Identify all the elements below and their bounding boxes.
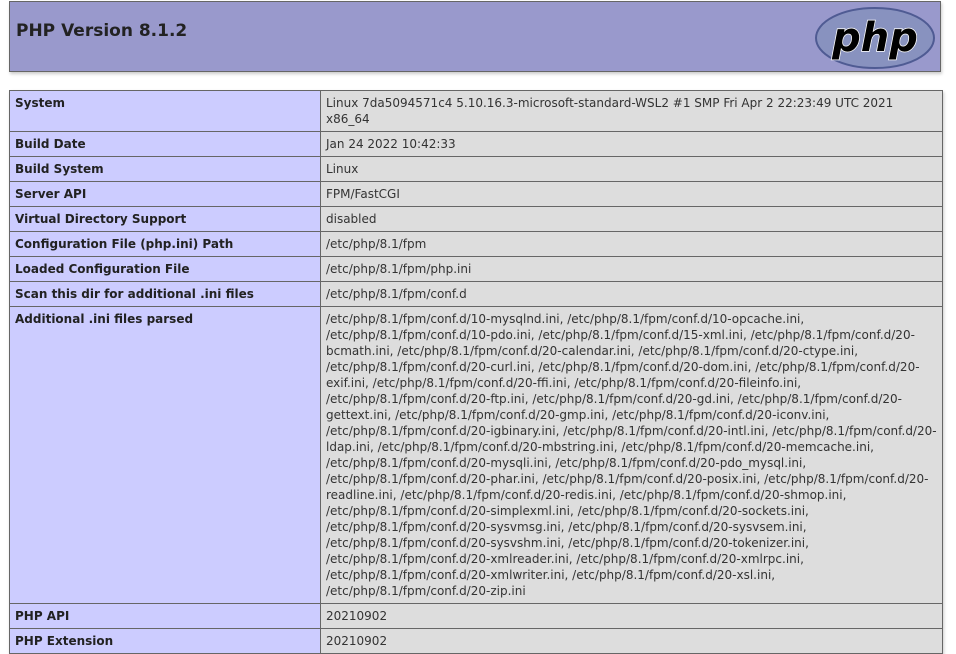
row-label: PHP Extension xyxy=(9,628,321,654)
row-value: Jan 24 2022 10:42:33 xyxy=(320,131,943,157)
row-label: Configuration File (php.ini) Path xyxy=(9,231,321,257)
row-value: /etc/php/8.1/fpm/conf.d xyxy=(320,281,943,307)
row-value: 20210902 xyxy=(320,603,943,629)
row-value: Linux xyxy=(320,156,943,182)
row-label: Build Date xyxy=(9,131,321,157)
table-row: Virtual Directory Support disabled xyxy=(9,206,943,232)
row-label: Scan this dir for additional .ini files xyxy=(9,281,321,307)
row-label: Additional .ini files parsed xyxy=(9,306,321,604)
page-title: PHP Version 8.1.2 xyxy=(16,21,188,41)
table-row: Additional .ini files parsed /etc/php/8.… xyxy=(9,306,943,604)
table-row: Server API FPM/FastCGI xyxy=(9,181,943,207)
php-logo[interactable]: php xyxy=(814,6,936,70)
row-value: FPM/FastCGI xyxy=(320,181,943,207)
table-row: PHP Extension 20210902 xyxy=(9,628,943,654)
row-label: Build System xyxy=(9,156,321,182)
row-label: System xyxy=(9,90,321,132)
phpinfo-header: PHP Version 8.1.2 php xyxy=(9,1,941,72)
row-value: /etc/php/8.1/fpm xyxy=(320,231,943,257)
row-value: /etc/php/8.1/fpm/conf.d/10-mysqlnd.ini, … xyxy=(320,306,943,604)
table-row: Scan this dir for additional .ini files … xyxy=(9,281,943,307)
table-row: PHP API 20210902 xyxy=(9,603,943,629)
row-label: Loaded Configuration File xyxy=(9,256,321,282)
table-row: Build System Linux xyxy=(9,156,943,182)
row-value: 20210902 xyxy=(320,628,943,654)
row-value: disabled xyxy=(320,206,943,232)
php-logo-text: php xyxy=(831,15,918,61)
table-row: System Linux 7da5094571c4 5.10.16.3-micr… xyxy=(9,90,943,132)
row-label: Server API xyxy=(9,181,321,207)
row-value: /etc/php/8.1/fpm/php.ini xyxy=(320,256,943,282)
table-row: Build Date Jan 24 2022 10:42:33 xyxy=(9,131,943,157)
row-label: PHP API xyxy=(9,603,321,629)
table-row: Configuration File (php.ini) Path /etc/p… xyxy=(9,231,943,257)
info-table: System Linux 7da5094571c4 5.10.16.3-micr… xyxy=(9,90,943,654)
row-label: Virtual Directory Support xyxy=(9,206,321,232)
table-row: Loaded Configuration File /etc/php/8.1/f… xyxy=(9,256,943,282)
row-value: Linux 7da5094571c4 5.10.16.3-microsoft-s… xyxy=(320,90,943,132)
